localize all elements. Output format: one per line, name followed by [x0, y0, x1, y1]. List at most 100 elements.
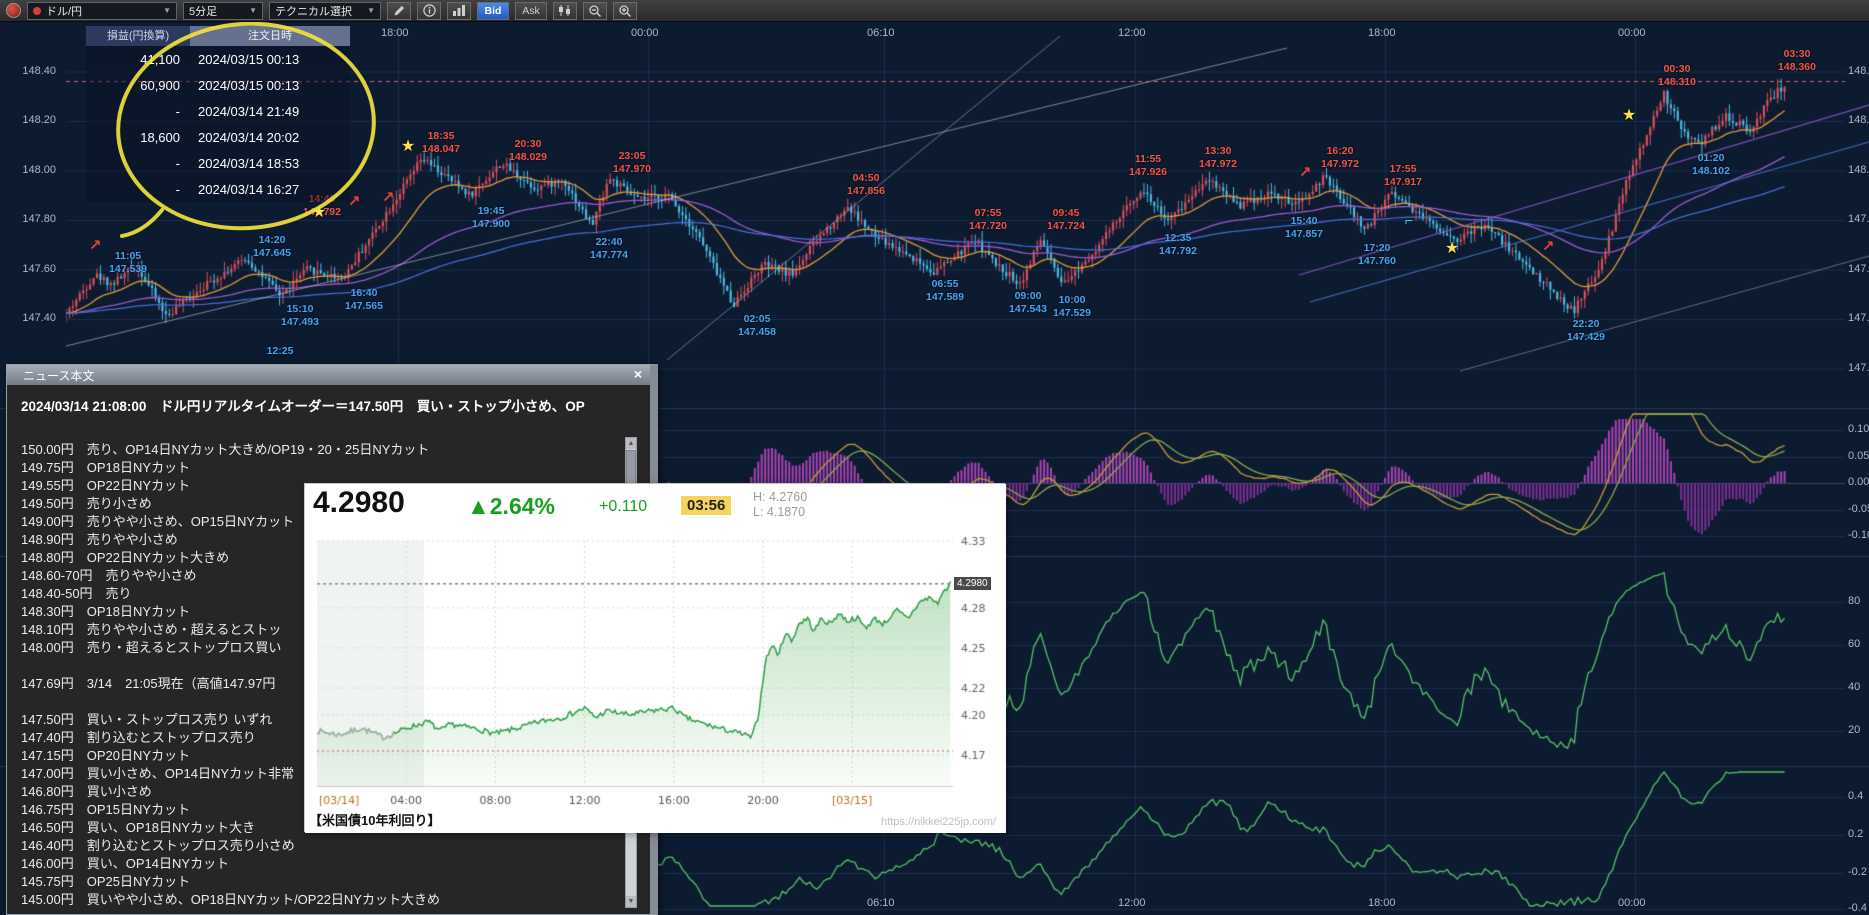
position-row[interactable]: 18,6002024/03/14 20:02 — [86, 124, 350, 150]
indicator-axis-label: 0.05 — [1848, 450, 1869, 462]
swing-annotation: 15:10147.493 — [281, 303, 319, 328]
star-marker-icon: ★ — [401, 136, 415, 156]
indicator-axis-label: 0.4 — [1848, 790, 1863, 802]
position-order-time: 2024/03/15 00:13 — [190, 78, 350, 93]
zoom-in-icon — [618, 4, 632, 18]
cursor-mark-icon: ⌐ — [1405, 212, 1413, 228]
position-row[interactable]: -2024/03/14 21:49 — [86, 98, 350, 124]
price-axis-label: 148.00 — [10, 164, 56, 176]
indicator-axis-label: 80 — [1848, 595, 1860, 607]
app-icon — [6, 3, 21, 18]
time-axis-label: 00:00 — [1618, 27, 1646, 39]
order-time-column-header: 注文日時 — [190, 26, 350, 46]
swing-annotation: 12:25 — [267, 345, 294, 358]
zoom-in-button[interactable] — [613, 2, 637, 20]
yield-high-label: H: 4.2760 — [753, 490, 807, 504]
trade-arrow-icon: ↗ — [89, 236, 102, 254]
candlestick-icon — [558, 4, 572, 17]
info-button[interactable] — [417, 2, 441, 20]
swing-annotation: 11:55147.926 — [1129, 153, 1167, 178]
time-axis-label: 12:00 — [1118, 897, 1146, 909]
price-axis-label: 147.2 — [1848, 362, 1869, 374]
us10y-chart-window: 4.2980 ▲2.64% +0.110 03:56 H: 4.2760 L: … — [304, 483, 1005, 832]
positions-panel: 損益(円換算) 注文日時 41,1002024/03/15 00:1360,90… — [86, 26, 350, 202]
indicator-axis-label: -0.2 — [1848, 866, 1867, 878]
news-line: 145.00円 買いやや小さめ、OP18日NYカット/OP22日NYカット大きめ — [21, 891, 620, 909]
price-axis-label: 147.80 — [10, 213, 56, 225]
indicator-axis-label: 0.2 — [1848, 828, 1863, 840]
price-axis-label: 147.8 — [1848, 213, 1869, 225]
swing-annotation: 22:40147.774 — [590, 236, 628, 261]
news-titlebar[interactable]: ニュース本文 × — [7, 365, 650, 385]
star-marker-icon: ★ — [1622, 105, 1636, 125]
yield-time-badge: 03:56 — [681, 496, 731, 515]
position-row[interactable]: -2024/03/14 18:53 — [86, 150, 350, 176]
indicator-button[interactable] — [447, 2, 471, 20]
position-order-time: 2024/03/14 21:49 — [190, 104, 350, 119]
price-axis-label: 147.60 — [10, 263, 56, 275]
news-headline: 2024/03/14 21:08:00 ドル円リアルタイムオーダー＝147.50… — [7, 385, 650, 415]
time-axis-label: 00:00 — [1618, 897, 1646, 909]
bid-button[interactable]: Bid — [477, 2, 509, 20]
yield-value: 4.2980 — [313, 486, 405, 520]
position-pl: - — [86, 104, 190, 119]
chevron-down-icon: ▼ — [367, 6, 375, 15]
swing-annotation: 01:20148.102 — [1692, 152, 1730, 177]
pencil-icon — [393, 4, 406, 17]
swing-annotation: 04:50147.856 — [847, 172, 885, 197]
toolbar: ドル/円 ▼ 5分足 ▼ テクニカル選択 ▼ Bid Ask — [0, 0, 1869, 22]
timeframe-label: 5分足 — [189, 3, 217, 19]
currency-pair-select[interactable]: ドル/円 ▼ — [27, 2, 177, 20]
yield-change: +0.110 — [599, 498, 647, 516]
swing-annotation: 13:30147.972 — [1199, 145, 1237, 170]
news-line: 145.75円 OP25日NYカット — [21, 873, 620, 891]
position-row[interactable]: -2024/03/14 16:27 — [86, 176, 350, 202]
position-order-time: 2024/03/15 00:13 — [190, 52, 350, 67]
time-axis-label: 00:00 — [631, 27, 659, 39]
timeframe-select[interactable]: 5分足 ▼ — [183, 2, 263, 20]
swing-annotation: 17:55147.917 — [1384, 163, 1422, 188]
yield-chart-canvas — [305, 484, 1006, 833]
swing-annotation: 18:35148.047 — [422, 130, 460, 155]
yield-chart-watermark[interactable]: https://nikkei225jp.com/ — [881, 816, 996, 828]
swing-annotation: 15:40147.857 — [1285, 215, 1323, 240]
price-axis-label: 148.40 — [10, 65, 56, 77]
ask-button[interactable]: Ask — [515, 2, 547, 20]
draw-tool-button[interactable] — [387, 2, 411, 20]
swing-annotation: 09:00147.543 — [1009, 290, 1047, 315]
zoom-out-button[interactable] — [583, 2, 607, 20]
indicator-axis-label: -0.05 — [1848, 503, 1869, 515]
indicator-axis-label: -0.10 — [1848, 529, 1869, 541]
price-axis-label: 147.4 — [1848, 312, 1869, 324]
swing-annotation: 20:30148.029 — [509, 138, 547, 163]
position-order-time: 2024/03/14 16:27 — [190, 182, 350, 197]
technical-select[interactable]: テクニカル選択 ▼ — [269, 2, 381, 20]
yield-low-label: L: 4.1870 — [753, 505, 805, 519]
swing-annotation: 22:20147.429 — [1567, 318, 1605, 343]
close-icon[interactable]: × — [634, 366, 642, 382]
scroll-down-icon[interactable]: ▼ — [626, 896, 636, 907]
indicator-axis-label: 40 — [1848, 681, 1860, 693]
position-row[interactable]: 41,1002024/03/15 00:13 — [86, 46, 350, 72]
trade-arrow-icon: ↗ — [1542, 237, 1555, 255]
swing-annotation: 11:05147.539 — [109, 250, 147, 275]
swing-annotation: 16:20147.972 — [1321, 145, 1359, 170]
trade-arrow-icon: ↗ — [1299, 163, 1312, 181]
time-axis-label: 12:00 — [1118, 27, 1146, 39]
time-axis-label: 06:10 — [867, 897, 895, 909]
position-pl: 60,900 — [86, 78, 190, 93]
swing-annotation: 09:45147.724 — [1047, 207, 1085, 232]
news-line: 149.75円 OP18日NYカット — [21, 459, 620, 477]
chart-type-button[interactable] — [553, 2, 577, 20]
news-line: 150.00円 売り、OP14日NYカット大きめ/OP19・20・25日NYカッ… — [21, 441, 620, 459]
time-axis-label: 18:00 — [381, 27, 409, 39]
position-pl: - — [86, 156, 190, 171]
time-axis-label: 06:10 — [867, 27, 895, 39]
bar-chart-icon — [452, 4, 466, 17]
scroll-up-icon[interactable]: ▲ — [626, 438, 636, 449]
price-axis-label: 148.0 — [1848, 164, 1869, 176]
swing-annotation: 10:00147.529 — [1053, 294, 1091, 319]
zoom-out-icon — [588, 4, 602, 18]
position-row[interactable]: 60,9002024/03/15 00:13 — [86, 72, 350, 98]
pair-label: ドル/円 — [46, 3, 82, 19]
